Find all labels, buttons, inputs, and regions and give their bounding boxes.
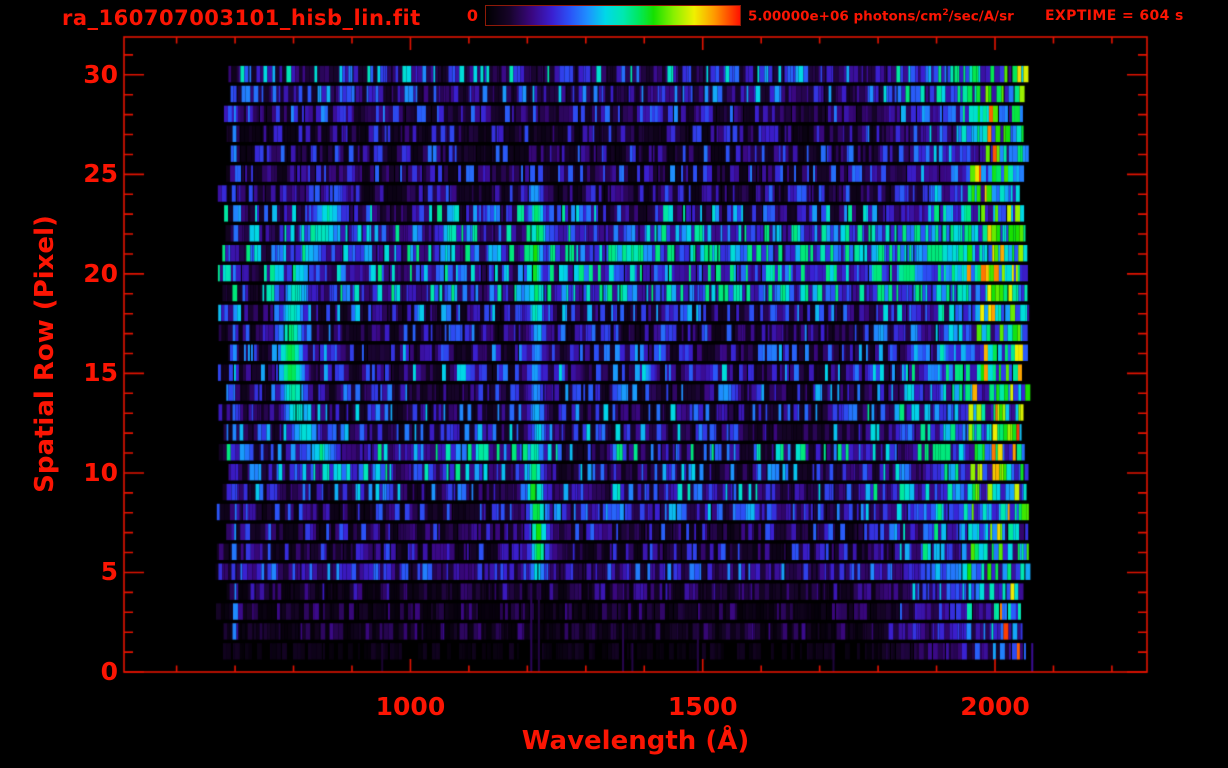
exptime-label: EXPTIME = 604 s: [1045, 8, 1184, 24]
colorbar-gradient: [485, 5, 741, 26]
y-tick-label: 30: [83, 59, 118, 89]
colorbar-min-label: 0: [466, 6, 478, 25]
spectrogram-heatmap-canvas: [0, 0, 1228, 768]
spectrogram-display-window: ra_160707003101_hisb_lin.fit 0 5.00000e+…: [0, 0, 1228, 768]
x-tick-label: 2000: [960, 692, 1030, 721]
y-axis-title: Spatial Row (Pixel): [30, 215, 60, 493]
y-tick-label: 15: [83, 358, 118, 388]
y-tick-label: 5: [100, 557, 118, 587]
colorbar-unit-pre: photons/cm: [848, 8, 943, 25]
y-tick-label: 0: [100, 657, 118, 686]
file-title: ra_160707003101_hisb_lin.fit: [62, 6, 421, 30]
x-tick-label: 1500: [667, 692, 738, 721]
colorbar-max-label: 5.00000e+06 photons/cm2/sec/A/sr: [748, 8, 1014, 25]
y-tick-label: 10: [83, 457, 118, 487]
y-tick-label: 20: [83, 258, 118, 288]
x-axis-title: Wavelength (Å): [521, 726, 750, 756]
colorbar-unit-post: /sec/A/sr: [948, 8, 1014, 25]
y-tick-label: 25: [83, 159, 118, 189]
x-tick-label: 1000: [375, 692, 446, 721]
colorbar-max-value: 5.00000e+06: [748, 8, 849, 25]
